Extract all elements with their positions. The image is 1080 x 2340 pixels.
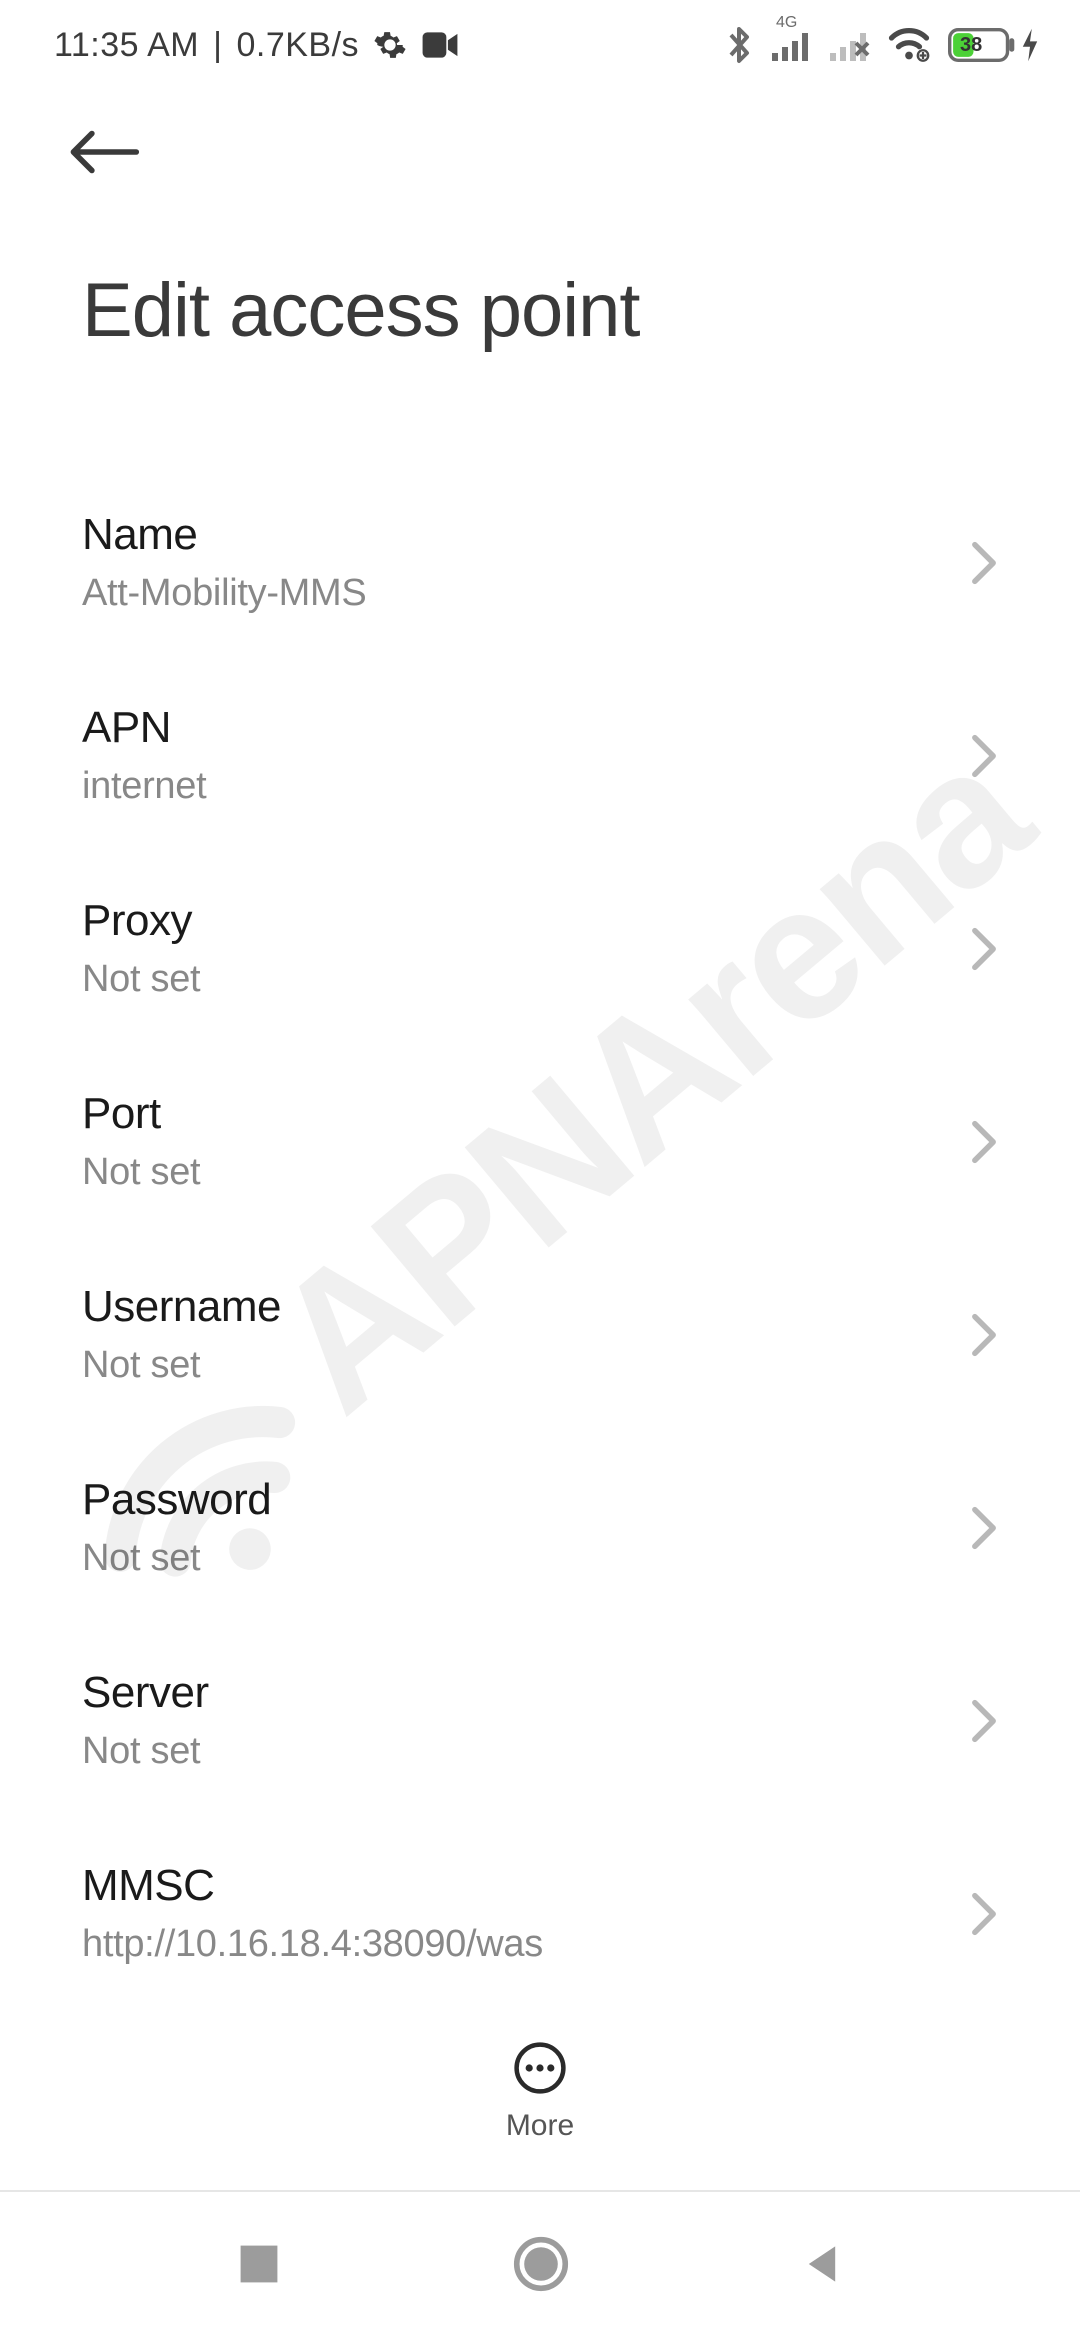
chevron-right-icon xyxy=(970,1699,998,1743)
row-title: Proxy xyxy=(82,896,200,946)
status-divider: | xyxy=(213,26,222,65)
status-bar: 11:35 AM | 0.7KB/s 4G xyxy=(0,0,1080,90)
row-title: MMSC xyxy=(82,1861,543,1911)
nav-recent-button[interactable] xyxy=(236,2241,282,2292)
status-time: 11:35 AM xyxy=(54,26,199,65)
row-value: Not set xyxy=(82,1537,271,1580)
chevron-right-icon xyxy=(970,1120,998,1164)
square-icon xyxy=(236,2241,282,2287)
chevron-right-icon xyxy=(970,1313,998,1357)
charging-icon xyxy=(1020,27,1040,63)
row-value: Att-Mobility-MMS xyxy=(82,572,366,615)
nav-back-button[interactable] xyxy=(800,2242,844,2291)
row-value: Not set xyxy=(82,958,200,1001)
settings-list: Name Att-Mobility-MMS APN internet Proxy Not … xyxy=(0,470,1080,2207)
system-nav-bar xyxy=(0,2190,1080,2340)
chevron-right-icon xyxy=(970,541,998,585)
settings-row[interactable]: Username Not set xyxy=(82,1242,998,1435)
row-value: internet xyxy=(82,765,206,808)
gear-icon xyxy=(373,28,407,62)
more-icon xyxy=(513,2041,567,2095)
settings-row[interactable]: Password Not set xyxy=(82,1435,998,1628)
circle-icon xyxy=(513,2236,569,2292)
settings-row[interactable]: Name Att-Mobility-MMS xyxy=(82,470,998,663)
chevron-right-icon xyxy=(970,1892,998,1936)
bottom-action-bar: More xyxy=(0,1994,1080,2190)
network-type-label: 4G xyxy=(776,14,797,32)
row-value: Not set xyxy=(82,1151,200,1194)
row-title: Password xyxy=(82,1475,271,1525)
settings-row[interactable]: APN internet xyxy=(82,663,998,856)
wifi-icon xyxy=(888,27,930,63)
row-title: Port xyxy=(82,1089,200,1139)
settings-row[interactable]: Port Not set xyxy=(82,1049,998,1242)
page-title: Edit access point xyxy=(0,181,1080,354)
row-title: APN xyxy=(82,703,206,753)
row-value: Not set xyxy=(82,1344,281,1387)
battery-indicator: 38 xyxy=(948,27,1040,63)
signal-bars-icon xyxy=(772,28,812,62)
row-title: Name xyxy=(82,510,366,560)
chevron-right-icon xyxy=(970,734,998,778)
row-title: Username xyxy=(82,1282,281,1332)
battery-pct: 38 xyxy=(960,34,982,57)
row-value: http://10.16.18.4:38090/was xyxy=(82,1923,543,1966)
more-label: More xyxy=(506,2109,574,2143)
arrow-left-icon xyxy=(66,128,140,176)
row-title: Server xyxy=(82,1668,209,1718)
more-button[interactable]: More xyxy=(506,2041,574,2143)
back-button[interactable] xyxy=(0,90,1080,181)
row-value: Not set xyxy=(82,1730,209,1773)
bluetooth-icon xyxy=(724,25,754,65)
triangle-left-icon xyxy=(800,2242,844,2286)
signal-sim1: 4G xyxy=(772,28,812,62)
signal-sim2-icon xyxy=(830,28,870,62)
chevron-right-icon xyxy=(970,1506,998,1550)
settings-row[interactable]: Proxy Not set xyxy=(82,856,998,1049)
chevron-right-icon xyxy=(970,927,998,971)
settings-row[interactable]: Server Not set xyxy=(82,1628,998,1821)
camera-icon xyxy=(421,30,459,60)
nav-home-button[interactable] xyxy=(513,2236,569,2297)
status-speed: 0.7KB/s xyxy=(236,26,359,65)
